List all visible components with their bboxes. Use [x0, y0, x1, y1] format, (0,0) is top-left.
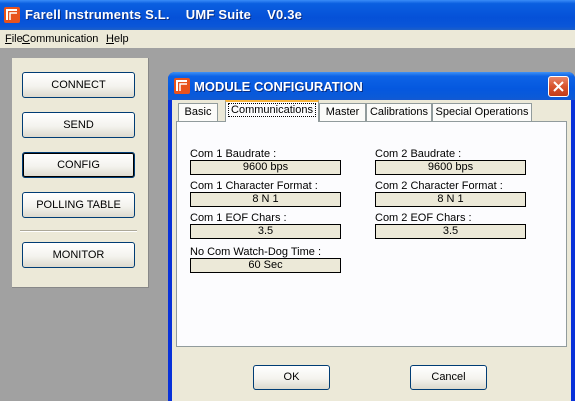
menu-help-mnemonic: H — [106, 33, 114, 45]
com2-baudrate-value: 9600 bps — [375, 160, 526, 175]
com1-char-format-label: Com 1 Character Format : — [190, 180, 318, 192]
watchdog-value: 60 Sec — [190, 258, 341, 273]
farell-logo-icon — [4, 7, 20, 23]
tab-communications[interactable]: Communications — [225, 100, 319, 122]
tab-communications-label: Communications — [228, 103, 316, 117]
dialog-title-bar[interactable]: MODULE CONFIGURATION — [168, 72, 575, 100]
com2-eof-label: Com 2 EOF Chars : — [375, 212, 472, 224]
module-configuration-dialog: MODULE CONFIGURATION Basic Communication… — [168, 72, 575, 401]
window-title: Farell Instruments S.L. UMF Suite V0.3e — [25, 7, 318, 22]
connect-button[interactable]: CONNECT — [22, 72, 135, 98]
communications-tab-page: Com 1 Baudrate : 9600 bps Com 2 Baudrate… — [176, 121, 567, 347]
dialog-title: MODULE CONFIGURATION — [194, 79, 363, 94]
com2-char-format-label: Com 2 Character Format : — [375, 180, 503, 192]
tab-basic[interactable]: Basic — [178, 103, 218, 122]
dialog-body: Basic Communications Master Calibrations… — [172, 100, 571, 401]
menu-file[interactable]: File — [5, 33, 23, 45]
com2-baudrate-label: Com 2 Baudrate : — [375, 148, 462, 160]
menu-communication[interactable]: Communication — [22, 33, 98, 45]
menu-communication-mnemonic: C — [22, 33, 30, 45]
com1-char-format-value: 8 N 1 — [190, 192, 341, 207]
com2-eof-value: 3.5 — [375, 224, 526, 239]
button-panel: CONNECT SEND CONFIG POLLING TABLE MONITO… — [12, 58, 149, 288]
com1-eof-value: 3.5 — [190, 224, 341, 239]
com1-eof-label: Com 1 EOF Chars : — [190, 212, 287, 224]
title-app: UMF Suite — [185, 7, 252, 22]
config-button[interactable]: CONFIG — [22, 152, 135, 178]
farell-logo-icon — [174, 78, 190, 94]
com2-char-format-value: 8 N 1 — [375, 192, 526, 207]
close-icon — [553, 81, 564, 92]
menu-help-rest: elp — [113, 33, 129, 45]
title-bar[interactable]: Farell Instruments S.L. UMF Suite V0.3e — [0, 0, 575, 30]
menu-help[interactable]: Help — [106, 33, 129, 45]
title-company: Farell Instruments S.L. — [25, 7, 170, 22]
tab-master[interactable]: Master — [319, 103, 366, 122]
monitor-button[interactable]: MONITOR — [22, 242, 135, 268]
ok-button[interactable]: OK — [253, 365, 330, 390]
tab-calibrations[interactable]: Calibrations — [366, 103, 432, 122]
send-button[interactable]: SEND — [22, 112, 135, 138]
close-button[interactable] — [548, 76, 569, 97]
menu-communication-rest: ommunication — [29, 33, 99, 45]
watchdog-label: No Com Watch-Dog Time : — [190, 246, 322, 258]
cancel-button[interactable]: Cancel — [410, 365, 487, 390]
menu-bar: File Communication Help — [0, 30, 575, 48]
tab-special-operations[interactable]: Special Operations — [432, 103, 532, 122]
menu-file-mnemonic: F — [5, 33, 12, 45]
title-version: V0.3e — [267, 7, 303, 22]
polling-table-button[interactable]: POLLING TABLE — [22, 192, 135, 218]
com1-baudrate-label: Com 1 Baudrate : — [190, 148, 277, 160]
panel-divider — [20, 230, 137, 232]
com1-baudrate-value: 9600 bps — [190, 160, 341, 175]
